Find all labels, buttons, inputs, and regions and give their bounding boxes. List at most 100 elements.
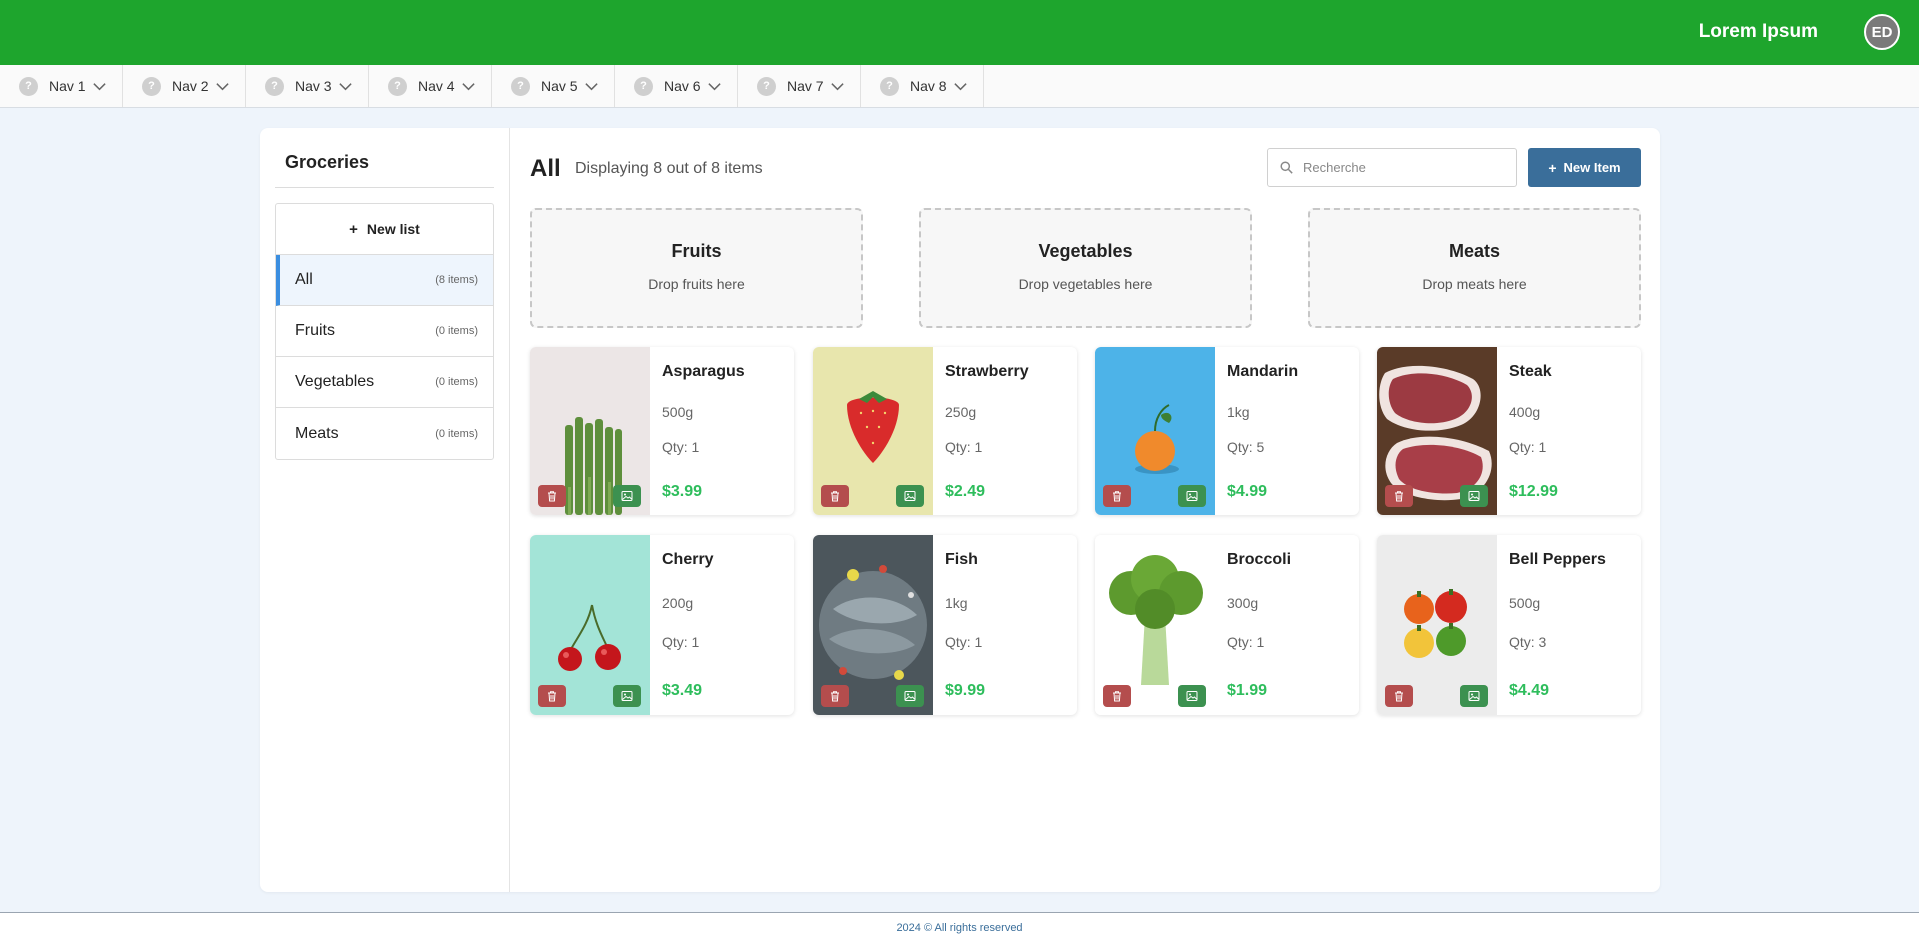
change-image-button[interactable] — [613, 485, 641, 507]
list-item-all[interactable]: All (8 items) — [276, 255, 493, 306]
item-card-bell-peppers[interactable]: Bell Peppers 500g Qty: 3 $4.49 — [1377, 535, 1641, 715]
nav-item-2[interactable]: ? Nav 2 — [123, 65, 246, 107]
drop-zone-hint: Drop meats here — [1422, 276, 1527, 292]
item-card-broccoli[interactable]: Broccoli 300g Qty: 1 $1.99 — [1095, 535, 1359, 715]
list-count: (8 items) — [435, 274, 478, 286]
delete-button[interactable] — [821, 685, 849, 707]
question-icon: ? — [388, 76, 407, 96]
nav-item-5[interactable]: ? Nav 5 — [492, 65, 615, 107]
item-quantity: Qty: 1 — [662, 634, 700, 650]
item-weight: 300g — [1227, 595, 1259, 611]
top-bar: Lorem Ipsum ED — [0, 0, 1919, 65]
chevron-down-icon — [215, 82, 229, 90]
item-price: $3.49 — [662, 682, 703, 699]
item-card-strawberry[interactable]: Strawberry 250g Qty: 1 $2.49 — [813, 347, 1077, 515]
drop-zone-hint: Drop fruits here — [648, 276, 745, 292]
item-quantity: Qty: 1 — [1227, 634, 1265, 650]
user-avatar[interactable]: ED — [1864, 14, 1900, 50]
change-image-button[interactable] — [1178, 685, 1206, 707]
delete-button[interactable] — [821, 485, 849, 507]
change-image-button[interactable] — [1460, 685, 1488, 707]
item-quantity: Qty: 1 — [1509, 439, 1547, 455]
item-weight: 1kg — [1227, 404, 1250, 420]
item-quantity: Qty: 1 — [945, 439, 983, 455]
list-item-vegetables[interactable]: Vegetables (0 items) — [276, 357, 493, 408]
item-quantity: Qty: 5 — [1227, 439, 1265, 455]
new-list-button[interactable]: + New list — [276, 204, 493, 255]
question-icon: ? — [511, 76, 530, 96]
question-icon: ? — [757, 76, 776, 96]
sidebar-title: Groceries — [285, 152, 370, 172]
delete-button[interactable] — [1385, 485, 1413, 507]
delete-button[interactable] — [1385, 685, 1413, 707]
nav-item-4[interactable]: ? Nav 4 — [369, 65, 492, 107]
change-image-button[interactable] — [1178, 485, 1206, 507]
item-price: $2.49 — [945, 483, 986, 500]
item-card-steak[interactable]: Steak 400g Qty: 1 $12.99 — [1377, 347, 1641, 515]
change-image-button[interactable] — [613, 685, 641, 707]
item-quantity: Qty: 1 — [945, 634, 983, 650]
list-item-fruits[interactable]: Fruits (0 items) — [276, 306, 493, 357]
search-input[interactable]: Recherche — [1267, 148, 1517, 187]
list-item-meats[interactable]: Meats (0 items) — [276, 408, 493, 459]
change-image-button[interactable] — [896, 485, 924, 507]
list-count: (0 items) — [435, 427, 478, 440]
brand-name: Lorem Ipsum — [1698, 21, 1818, 42]
nav-item-8[interactable]: ? Nav 8 — [861, 65, 984, 107]
nav-item-7[interactable]: ? Nav 7 — [738, 65, 861, 107]
drop-zone-meats[interactable]: Meats Drop meats here — [1308, 208, 1641, 328]
item-price: $3.99 — [662, 483, 703, 500]
image-icon — [1186, 491, 1198, 501]
drop-zone-fruits[interactable]: Fruits Drop fruits here — [530, 208, 863, 328]
list-count: (0 items) — [435, 325, 478, 337]
drop-zone-vegetables[interactable]: Vegetables Drop vegetables here — [919, 208, 1252, 328]
image-icon — [1186, 691, 1198, 701]
nav-label: Nav 6 — [664, 78, 701, 94]
image-icon — [904, 491, 916, 501]
nav-item-6[interactable]: ? Nav 6 — [615, 65, 738, 107]
item-name: Fish — [945, 551, 978, 568]
item-quantity: Qty: 1 — [662, 439, 700, 455]
question-icon: ? — [634, 76, 653, 96]
list-label: Meats — [295, 424, 339, 442]
drop-zone-title: Fruits — [671, 241, 722, 261]
nav-item-1[interactable]: ? Nav 1 — [0, 65, 123, 107]
item-card-fish[interactable]: Fish 1kg Qty: 1 $9.99 — [813, 535, 1077, 715]
groceries-panel: Groceries + New list All (8 items) Fruits (… — [260, 128, 1660, 892]
image-icon — [621, 691, 633, 701]
delete-button[interactable] — [538, 685, 566, 707]
item-card-asparagus[interactable]: Asparagus 500g Qty: 1 $3.99 — [530, 347, 794, 515]
new-list-label: New list — [366, 221, 420, 237]
list-label: All — [295, 271, 313, 288]
nav-item-3[interactable]: ? Nav 3 — [246, 65, 369, 107]
item-quantity: Qty: 3 — [1509, 634, 1547, 650]
nav-label: Nav 3 — [295, 78, 332, 94]
image-icon — [1468, 491, 1480, 501]
question-icon: ? — [265, 76, 284, 96]
trash-icon — [831, 691, 839, 702]
delete-button[interactable] — [1103, 685, 1131, 707]
change-image-button[interactable] — [1460, 485, 1488, 507]
trash-icon — [548, 491, 556, 502]
drop-zone-hint: Drop vegetables here — [1018, 276, 1153, 292]
trash-icon — [548, 691, 556, 702]
delete-button[interactable] — [538, 485, 566, 507]
change-image-button[interactable] — [896, 685, 924, 707]
nav-label: Nav 1 — [49, 78, 86, 94]
footer: 2024 © All rights reserved — [0, 912, 1919, 941]
delete-button[interactable] — [1103, 485, 1131, 507]
item-price: $4.49 — [1509, 682, 1550, 699]
new-item-button[interactable]: + New Item — [1528, 148, 1641, 187]
nav-label: Nav 7 — [787, 78, 824, 94]
item-weight: 200g — [662, 595, 694, 611]
chevron-down-icon — [830, 82, 844, 90]
item-card-cherry[interactable]: Cherry 200g Qty: 1 $3.49 — [530, 535, 794, 715]
trash-icon — [1113, 491, 1121, 502]
list-label: Fruits — [295, 322, 335, 339]
trash-icon — [831, 491, 839, 502]
item-card-mandarin[interactable]: Mandarin 1kg Qty: 5 $4.99 — [1095, 347, 1359, 515]
item-name: Broccoli — [1227, 551, 1292, 568]
list-label: Vegetables — [295, 373, 375, 390]
question-icon: ? — [19, 76, 38, 96]
nav-label: Nav 5 — [541, 78, 578, 94]
